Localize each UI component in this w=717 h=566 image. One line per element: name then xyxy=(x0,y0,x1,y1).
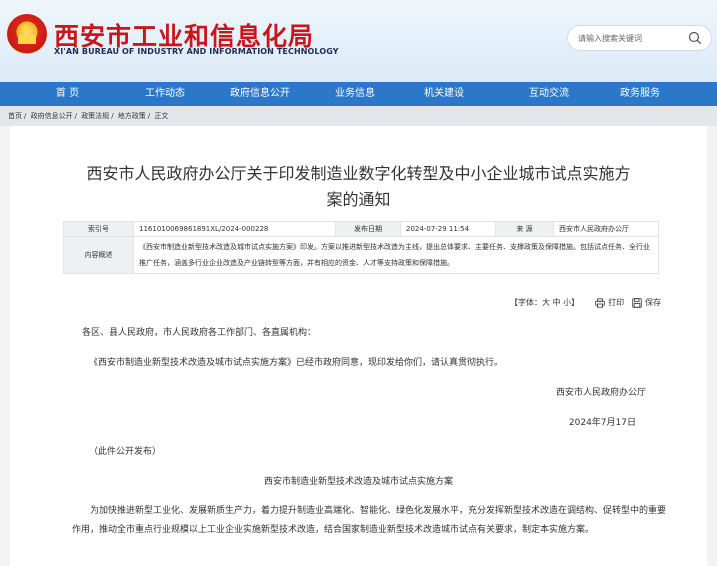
nav-item-work-news[interactable]: 工作动态 xyxy=(135,82,195,106)
article-card: 西安市人民政府办公厅关于印发制造业数字化转型及中小企业城市试点实施方 案的通知 … xyxy=(10,126,707,566)
breadcrumb-current: 正文 xyxy=(154,112,169,120)
nav-item-gov-services[interactable]: 政务服务 xyxy=(595,82,685,106)
nav-item-business-info[interactable]: 业务信息 xyxy=(325,82,385,106)
site-header: ★ 西安市工业和信息化局 XI'AN BUREAU OF INDUSTRY AN… xyxy=(0,0,717,82)
publish-note: （此件公开发布） xyxy=(89,447,162,457)
date-label: 发布日期 xyxy=(335,221,401,237)
salutation: 各区、县人民政府，市人民政府各工作部门、各直属机构： xyxy=(82,328,317,338)
save-button[interactable]: 保存 xyxy=(632,297,661,308)
source-value: 西安市人民政府办公厅 xyxy=(553,221,659,237)
font-size-switch[interactable]: 【字体：大 中 小】 xyxy=(510,297,579,308)
search-box xyxy=(567,25,712,51)
index-value: 1161010069861891XL/2024-000228 xyxy=(133,221,336,237)
date-value: 2024-07-29 11:54 xyxy=(400,221,496,237)
nav-item-gov-info[interactable]: 政府信息公开 xyxy=(195,82,325,106)
breadcrumb-policy[interactable]: 政策法规 xyxy=(81,112,109,120)
article-title: 西安市人民政府办公厅关于印发制造业数字化转型及中小企业城市试点实施方 案的通知 xyxy=(86,164,631,209)
main-nav: 首 页 工作动态 政府信息公开 业务信息 机关建设 互动交流 政务服务 xyxy=(0,82,717,106)
index-label: 索引号 xyxy=(63,221,134,237)
issue-date: 2024年7月17日 xyxy=(568,418,636,428)
summary-value: 《西安市制造业新型技术改造及城市试点实施方案》印发。方案以推进新型技术改造为主线… xyxy=(133,236,659,274)
print-button[interactable]: 打印 xyxy=(595,297,624,308)
source-label: 来 源 xyxy=(495,221,554,237)
signer: 西安市人民政府办公厅 xyxy=(555,388,646,398)
search-input[interactable] xyxy=(578,30,678,46)
save-icon xyxy=(632,297,642,308)
breadcrumb-home[interactable]: 首页 xyxy=(8,112,22,120)
printer-icon xyxy=(595,297,605,308)
site-subtitle: XI'AN BUREAU OF INDUSTRY AND INFORMATION… xyxy=(54,47,339,56)
national-emblem-icon: ★ xyxy=(7,14,47,54)
nav-item-organ-building[interactable]: 机关建设 xyxy=(385,82,503,106)
breadcrumb-gov-info[interactable]: 政府信息公开 xyxy=(31,112,73,120)
metadata-table: 索引号 1161010069861891XL/2024-000228 发布日期 … xyxy=(63,221,659,274)
summary-label: 内容概述 xyxy=(63,236,134,274)
breadcrumb: 首页 / 政府信息公开 / 政策法规 / 地方政策 / 正文 xyxy=(0,106,717,126)
search-icon[interactable] xyxy=(688,31,702,45)
breadcrumb-local-policy[interactable]: 地方政策 xyxy=(118,112,146,120)
plan-title: 西安市制造业新型技术改造及城市试点实施方案 xyxy=(263,477,453,487)
article-tools: 【字体：大 中 小】 打印 保存 xyxy=(510,297,661,308)
nav-item-interaction[interactable]: 互动交流 xyxy=(503,82,595,106)
notice-text: 《西安市制造业新型技术改造及城市试点实施方案》已经市政府同意，现印发给你们，请认… xyxy=(89,358,504,368)
intro-paragraph: 为加快推进新型工业化、发展新质生产力，着力提升制造业高端化、智能化、绿色化发展水… xyxy=(72,506,667,535)
nav-item-home[interactable]: 首 页 xyxy=(0,82,135,106)
